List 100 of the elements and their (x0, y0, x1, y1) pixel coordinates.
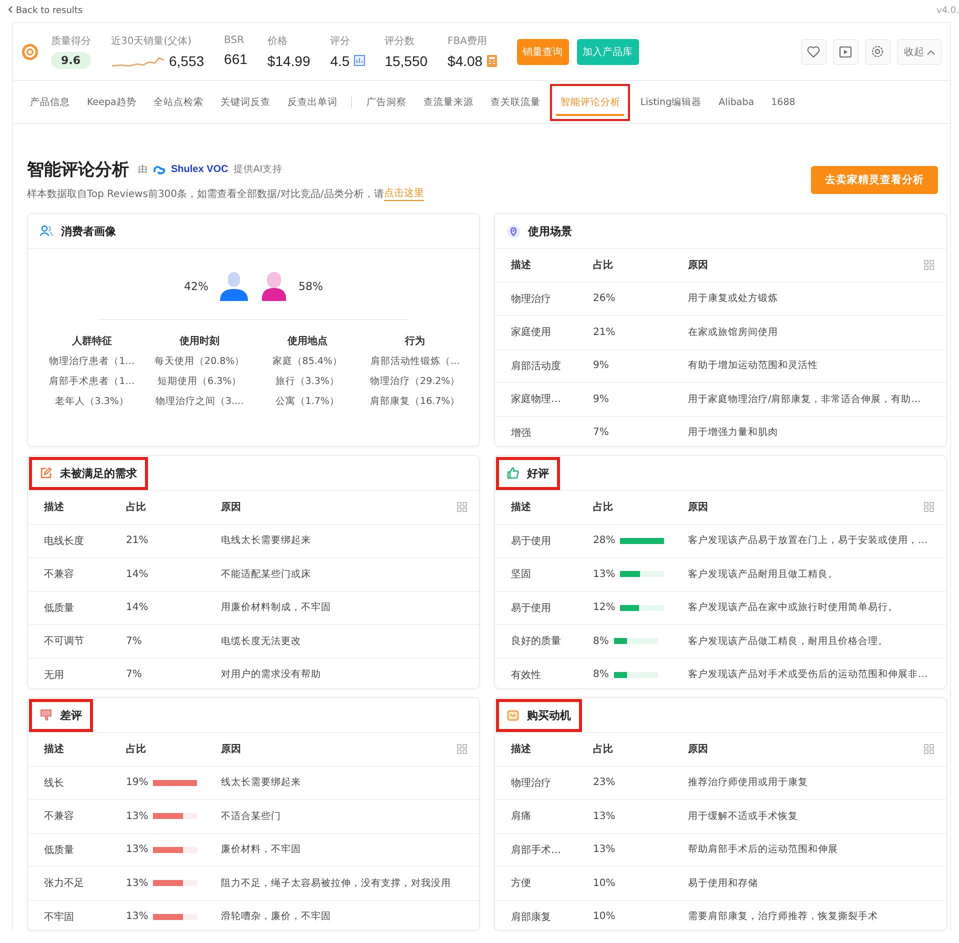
support-label: 提供AI支持 (233, 163, 283, 176)
table-cell-text: 线长 (44, 776, 65, 790)
column-header: 占比 (593, 258, 614, 272)
profile-item: 公寓（1.7%） (275, 395, 340, 408)
table-cell: 13% (126, 878, 148, 889)
favorite-button[interactable] (800, 38, 827, 64)
calculator-icon[interactable] (486, 54, 497, 66)
video-button[interactable] (832, 38, 859, 64)
card-title: 未被满足的需求 (60, 466, 137, 480)
female-share: 58% (298, 280, 323, 292)
nav-tab[interactable]: 全站点检索 (146, 88, 210, 116)
table-cell-text: 用于缓解不适或手术恢复 (688, 810, 799, 823)
table-cell: 13% (593, 810, 616, 822)
stat-label: 质量得分 (51, 34, 91, 48)
nav-tab[interactable]: 关键词反查 (213, 88, 278, 116)
table-cell: 13% (126, 911, 148, 922)
table-cell: 8% (593, 669, 609, 680)
collapse-button[interactable]: 收起 (896, 38, 942, 64)
table-cell-text: 客户发现该产品耐用且做工精良。 (688, 568, 839, 581)
table-cell: 13% (126, 844, 148, 856)
table-cell-text: 不兼容 (44, 810, 75, 824)
table-cell-text: 不兼容 (44, 568, 75, 582)
nav-tab[interactable]: 产品信息 (23, 88, 77, 116)
table-cell-text: 用廉价材料制成，不牢固 (221, 601, 332, 614)
table-cell-text: 电缆长度无法更改 (221, 634, 302, 648)
column-header: 占比 (126, 742, 147, 756)
table-cell-text: 客户发现该产品对手术或受伤后的运动范围和伸展非… (688, 668, 929, 682)
table-cell-text: 廉价材料，不牢固 (221, 843, 302, 856)
column-header: 原因 (688, 743, 709, 756)
table-cell: 13% (593, 568, 616, 580)
stat-label: 评分 (330, 34, 352, 48)
section-title: 智能评论分析 (27, 159, 129, 181)
table-cell-text: 方便 (511, 876, 532, 890)
grid-icon[interactable] (457, 502, 467, 512)
sample-note: 样本数据取自Top Reviews前300条，如需查看全部数据/对比竞品/品类分析，请 (27, 188, 384, 200)
table-cell-text: 不可调节 (44, 634, 85, 648)
chart-icon[interactable] (354, 55, 365, 66)
grid-icon[interactable] (924, 744, 934, 754)
table-cell: 12% (593, 602, 616, 614)
table-cell-text: 肩部手术… (511, 844, 562, 857)
nav-tab[interactable]: Listing编辑器 (633, 88, 709, 116)
male-share: 42% (184, 280, 208, 292)
table-cell-text: 阻力不足，绳子太容易被拉伸，没有支撑，对我没用 (221, 876, 452, 890)
grid-icon[interactable] (924, 260, 934, 270)
shopping-bag-icon (507, 709, 519, 721)
people-icon (40, 225, 53, 237)
nav-tab[interactable]: 1688 (764, 88, 802, 116)
stat-value: $14.99 (267, 52, 310, 68)
nav-tab[interactable]: 广告洞察 (359, 88, 414, 116)
nav-tab[interactable]: Alibaba (712, 88, 762, 116)
table-cell-text: 用于家庭物理治疗/肩部康复，非常适合伸展，有助… (688, 392, 922, 406)
back-link[interactable]: Back to results (8, 6, 83, 16)
settings-button[interactable] (864, 38, 891, 64)
table-cell: 7% (126, 636, 142, 647)
grid-icon[interactable] (924, 502, 934, 512)
column-heading: 使用时刻 (180, 334, 220, 348)
stat-label: BSR (224, 35, 246, 46)
profile-item: 肩部康复（16.7%） (370, 395, 460, 408)
column-header: 描述 (44, 500, 65, 514)
column-header: 描述 (511, 500, 532, 514)
profile-item: 物理治疗患者（1… (49, 355, 135, 368)
table-cell-text: 不适合某些门 (221, 810, 282, 823)
logo-icon (21, 42, 39, 60)
table-cell-text: 对用户的需求没有帮助 (221, 668, 322, 682)
table-cell: 19% (126, 777, 148, 788)
table-cell: 9% (593, 360, 609, 372)
nav-tab[interactable]: 查关联流量 (483, 88, 548, 116)
card-title: 消费者画像 (61, 224, 116, 238)
version-label: v4.0. (936, 6, 959, 16)
table-cell-text: 滑轮嘈杂，廉价，不牢固 (221, 910, 332, 924)
stat-value: 661 (224, 51, 248, 67)
stat-label: FBA费用 (448, 34, 488, 48)
table-cell-text: 低质量 (44, 602, 75, 615)
stat-label: 价格 (267, 34, 288, 48)
column-heading: 行为 (405, 334, 426, 348)
thumbs-down-icon (40, 709, 52, 721)
nav-tab[interactable]: Keepa趋势 (80, 88, 144, 116)
brand-name: Shulex VOC (171, 164, 228, 175)
table-cell-text: 物理治疗 (511, 292, 552, 306)
table-cell-text: 客户发现该产品做工精良，耐用且价格合理。 (688, 634, 889, 648)
card-title: 购买动机 (527, 708, 571, 722)
nav-tab[interactable]: 查流量来源 (416, 88, 480, 116)
table-cell-text: 线太长需要绑起来 (221, 776, 302, 790)
profile-item: 每天使用（20.8%） (154, 355, 245, 368)
table-cell-text: 需要肩部康复，治疗师推荐，恢复撕裂手术 (688, 910, 879, 924)
by-label: 由 (138, 163, 148, 176)
brand-logo-icon (153, 164, 166, 174)
table-cell-text: 帮助肩部手术后的运动范围和伸展 (688, 843, 839, 856)
card-title: 使用场景 (528, 224, 572, 238)
grid-icon[interactable] (457, 744, 467, 754)
column-header: 描述 (511, 742, 532, 756)
male-silhouette-icon (218, 271, 248, 301)
column-header: 描述 (511, 258, 532, 272)
table-cell: 21% (126, 535, 148, 546)
table-cell-text: 在家或旅馆房间使用 (688, 326, 779, 339)
score-badge: 9.6 (51, 52, 90, 69)
card-title: 差评 (60, 708, 82, 722)
table-cell: 14% (126, 602, 148, 614)
nav-tab[interactable]: 反查出单词 (280, 88, 344, 116)
caret-up-icon (927, 50, 935, 54)
